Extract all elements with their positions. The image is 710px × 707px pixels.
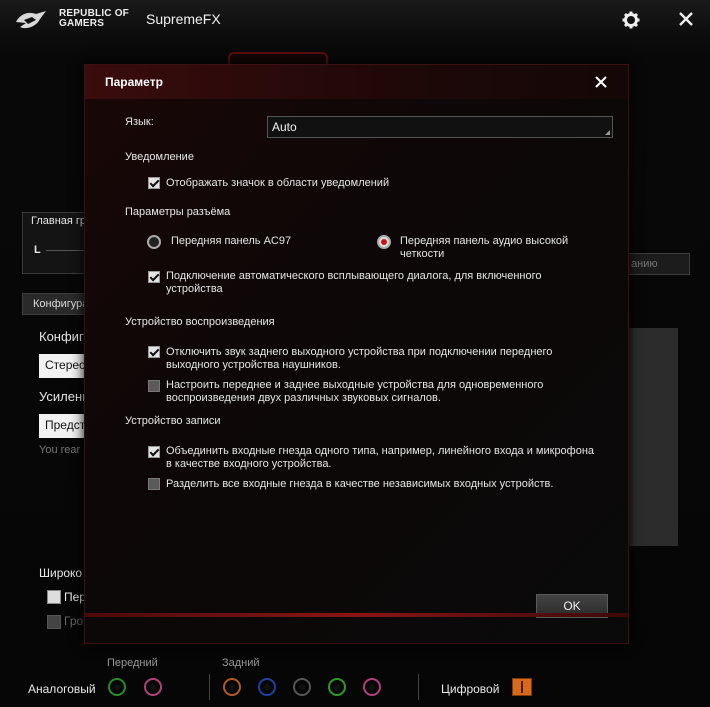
rear-pink-jack[interactable] [363,678,381,696]
show-tray-icon-checkbox[interactable] [148,177,160,189]
show-tray-icon-label: Отображать значок в области уведомлений [166,177,390,189]
hint-text: You rear l [39,444,86,456]
digital-label: Цифровой [441,682,500,696]
rear-green-jack[interactable] [328,678,346,696]
auto-popup-line-1: Подключение автоматического всплывающего… [166,270,542,282]
radio-hd-line-2: четкости [400,248,445,260]
close-icon[interactable] [678,11,694,27]
combine-inputs-line-1: Объединить входные гнезда одного типа, н… [166,445,595,457]
radio-hd-line-1: Передняя панель аудио высокой [400,235,569,247]
language-select[interactable]: Auto [267,116,613,138]
settings-dialog: Параметр Язык: Auto Уведомление Отобража… [84,64,629,644]
notifications-header: Уведомление [125,151,194,163]
auto-popup-label: Подключение автоматического всплывающего… [166,270,542,296]
auto-popup-checkbox[interactable] [148,271,160,283]
rear-jacks-label: Задний [222,657,260,669]
mute-rear-checkbox[interactable] [148,346,160,358]
supremefx-window: REPUBLIC OF GAMERS SupremeFX Главная гр … [0,0,710,707]
amp-label: Усилени [39,389,90,404]
separate-inputs-checkbox[interactable] [148,478,160,490]
jack-bar: Передний Задний Аналоговый Цифровой [0,652,710,707]
config-label: Конфигу [39,329,91,344]
radio-ac97-label: Передняя панель AC97 [171,235,292,247]
multistream-checkbox[interactable] [148,380,160,392]
multistream-line-1: Настроить переднее и заднее выходные уст… [166,379,544,391]
analog-label: Аналоговый [28,682,96,696]
amp-select[interactable]: Предст [39,414,89,438]
record-header: Устройство записи [125,415,221,427]
gray-checkbox-label: Гро [64,614,84,628]
dropdown-arrow-icon [605,130,610,135]
rear-blue-jack[interactable] [258,678,276,696]
dialog-bottom-accent [85,613,628,617]
app-title: SupremeFX [146,11,221,27]
multistream-label: Настроить переднее и заднее выходные уст… [166,379,543,405]
multistream-line-2: воспроизведения двух различных звуковых … [166,392,441,404]
connector-header: Параметры разъёма [125,206,231,218]
right-tab[interactable]: анию [620,253,690,275]
mute-rear-line-2: выходного устройства наушников. [166,359,341,371]
brand-name: REPUBLIC OF GAMERS [59,9,129,29]
auto-popup-line-2: устройства [166,283,223,295]
front-checkbox-label: Пер [64,590,86,604]
front-jacks-label: Передний [107,657,158,669]
radio-hd-audio-label: Передняя панель аудио высокой четкости [400,235,568,261]
rear-black-jack[interactable] [293,678,311,696]
playback-header: Устройство воспроизведения [125,316,275,328]
dialog-title: Параметр [105,75,163,89]
combine-inputs-line-2: в качестве входного устройства. [166,458,332,470]
combine-inputs-label: Объединить входные гнезда одного типа, н… [166,445,594,471]
mute-rear-label: Отключить звук заднего выходного устройс… [166,346,552,372]
mute-rear-line-1: Отключить звук заднего выходного устройс… [166,346,553,358]
dialog-close-icon[interactable] [595,76,607,88]
radio-hd-audio[interactable] [377,235,391,249]
gray-checkbox[interactable] [47,615,61,629]
language-value: Auto [272,120,297,134]
front-green-jack[interactable] [108,678,126,696]
brand-line-2: GAMERS [59,18,105,29]
channel-l-label: L [34,244,41,256]
dialog-header: Параметр [85,65,628,99]
gear-icon[interactable] [622,11,640,29]
volume-slider-track[interactable] [46,250,86,251]
wide-label: Широко [39,566,83,580]
rog-logo-icon [16,11,46,29]
front-checkbox[interactable] [47,590,61,604]
radio-ac97[interactable] [147,235,161,249]
separate-inputs-label: Разделить все входные гнезда в качестве … [166,478,554,490]
main-volume-label: Главная гр [31,215,87,227]
language-label: Язык: [125,116,154,128]
combine-inputs-checkbox[interactable] [148,446,160,458]
config-select[interactable]: Стерео [39,354,89,378]
jack-divider-2 [418,674,419,700]
rear-orange-jack[interactable] [223,678,241,696]
right-preview-panel [627,328,678,546]
jack-divider-1 [209,674,210,700]
front-pink-jack[interactable] [144,678,162,696]
title-bar: REPUBLIC OF GAMERS SupremeFX [0,0,710,40]
digital-output-icon[interactable] [512,678,532,696]
